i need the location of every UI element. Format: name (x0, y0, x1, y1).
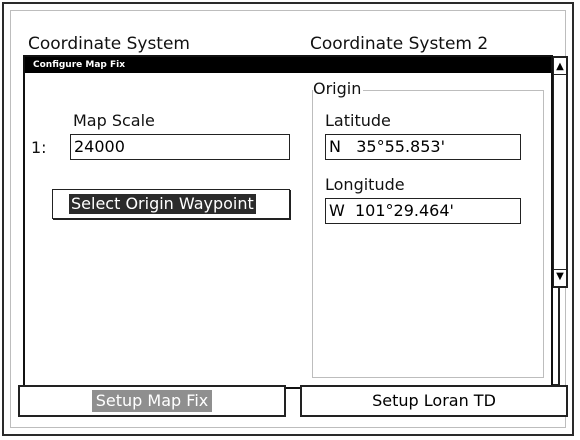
up-arrow-icon[interactable]: ▲ (554, 60, 566, 74)
longitude-input[interactable]: W 101°29.464' (325, 198, 521, 224)
dialog-title: Configure Map Fix (25, 57, 551, 73)
origin-legend: Origin (313, 79, 364, 98)
scrollbar[interactable]: ▲ ▼ (552, 56, 568, 288)
coordinate-system-2-header: Coordinate System 2 (310, 34, 489, 54)
setup-loran-td-label: Setup Loran TD (372, 391, 496, 410)
map-scale-prefix: 1: (31, 138, 47, 157)
setup-map-fix-button[interactable]: Setup Map Fix (18, 385, 286, 417)
select-origin-waypoint-label: Select Origin Waypoint (69, 194, 256, 214)
scroll-track[interactable] (554, 74, 566, 270)
coordinate-system-header: Coordinate System (28, 34, 190, 54)
map-scale-input[interactable]: 24000 (70, 134, 290, 160)
map-scale-label: Map Scale (73, 111, 155, 130)
setup-map-fix-label: Setup Map Fix (91, 390, 213, 412)
select-origin-waypoint-button[interactable]: Select Origin Waypoint (52, 189, 290, 219)
latitude-label: Latitude (325, 111, 391, 130)
longitude-label: Longitude (325, 175, 405, 194)
configure-map-fix-dialog: Configure Map Fix Map Scale 1: 24000 Sel… (23, 55, 553, 389)
latitude-input[interactable]: N 35°55.853' (325, 134, 521, 160)
setup-loran-td-button[interactable]: Setup Loran TD (300, 385, 568, 417)
down-arrow-icon[interactable]: ▼ (554, 270, 566, 284)
